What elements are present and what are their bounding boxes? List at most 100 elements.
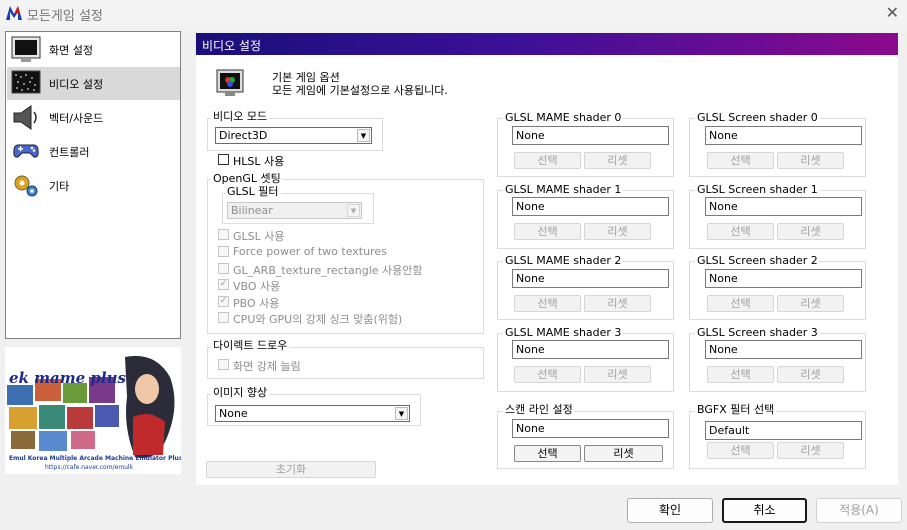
mame-logo-icon — [6, 6, 22, 20]
glsl-filter-select[interactable]: Bilinear ▼ — [227, 202, 362, 219]
shader-path-input[interactable]: None — [705, 126, 862, 145]
select-button[interactable]: 선택 — [707, 295, 774, 312]
checkbox-label: VBO 사용 — [233, 280, 281, 293]
reset-button[interactable]: 리셋 — [584, 295, 651, 312]
checkbox-box — [218, 312, 229, 323]
apply-button[interactable]: 적용(A) — [816, 498, 902, 523]
reset-button[interactable]: 리셋 — [584, 223, 651, 240]
ok-button[interactable]: 확인 — [627, 498, 713, 523]
video-mode-value: Direct3D — [219, 129, 268, 142]
sidebar-item-misc[interactable]: 기타 — [7, 169, 180, 202]
video-mode-select[interactable]: Direct3D ▼ — [215, 127, 372, 144]
title-bar: 모든게임 설정 ✕ — [0, 0, 907, 26]
checkbox-label: CPU와 GPU의 강제 싱크 맞춤(위험) — [233, 313, 403, 326]
directdraw-label: 다이렉트 드로우 — [211, 339, 290, 352]
sidebar-item-screen[interactable]: 화면 설정 — [7, 33, 180, 66]
select-button[interactable]: 선택 — [707, 152, 774, 169]
select-button[interactable]: 선택 — [514, 223, 581, 240]
bgfx-reset-button[interactable]: 리셋 — [777, 442, 844, 459]
shader-path-input[interactable]: None — [705, 340, 862, 359]
reset-button[interactable]: 리셋 — [584, 152, 651, 169]
image-enhance-value: None — [219, 407, 248, 420]
shader-label: GLSL Screen shader 2 — [695, 254, 820, 267]
shader-label: GLSL MAME shader 0 — [503, 111, 624, 124]
panel-title: 비디오 설정 — [202, 39, 262, 53]
checkbox-box — [218, 263, 229, 274]
ek-mame-plus-banner: ek mame plus Emul Korea Multiple Arcade … — [5, 347, 181, 474]
shader-path-input[interactable]: None — [512, 197, 669, 216]
shader-value: None — [709, 129, 738, 142]
shader-value: None — [709, 272, 738, 285]
shader-value: None — [516, 129, 545, 142]
scanline-reset-button[interactable]: 리셋 — [584, 445, 663, 462]
shader-value: None — [709, 200, 738, 213]
shader-label: GLSL MAME shader 3 — [503, 326, 624, 339]
select-button[interactable]: 선택 — [514, 295, 581, 312]
sidebar-item-controller[interactable]: 컨트롤러 — [7, 135, 180, 168]
shader-label: GLSL Screen shader 0 — [695, 111, 820, 124]
glsl-filter-label: GLSL 필터 — [225, 185, 281, 198]
opengl-settings-label: OpenGL 셋팅 — [211, 172, 283, 185]
video-settings-panel: 비디오 설정 기본 게임 옵션 모든 게임에 기본설정으로 사용됩니다. 비디오… — [196, 33, 898, 485]
reset-defaults-button[interactable]: 초기화 — [206, 461, 376, 478]
sidebar-item-video[interactable]: 비디오 설정 — [7, 67, 180, 100]
sidebar-item-label: 컨트롤러 — [49, 146, 90, 159]
shader-value: None — [516, 200, 545, 213]
video-screen-icon — [11, 70, 41, 94]
reset-button[interactable]: 리셋 — [777, 366, 844, 383]
select-button[interactable]: 선택 — [514, 152, 581, 169]
banner-logo-text: ek mame plus — [9, 369, 126, 387]
display-settings-icon — [216, 69, 244, 96]
cancel-button[interactable]: 취소 — [722, 498, 807, 523]
checkbox-label: GLSL 사용 — [233, 230, 285, 243]
checkmark-icon: ✓ — [218, 279, 229, 290]
monitor-icon — [11, 36, 41, 62]
scanline-select-button[interactable]: 선택 — [514, 445, 581, 462]
close-icon[interactable]: ✕ — [886, 3, 899, 22]
reset-button[interactable]: 리셋 — [777, 295, 844, 312]
shader-label: GLSL Screen shader 1 — [695, 183, 820, 196]
gamepad-icon — [13, 144, 39, 158]
checkbox-label: PBO 사용 — [233, 297, 280, 310]
select-button[interactable]: 선택 — [707, 223, 774, 240]
shader-value: None — [516, 343, 545, 356]
select-button[interactable]: 선택 — [514, 366, 581, 383]
settings-category-list: 화면 설정 비디오 설정 벡터/사운드 컨트롤러 기타 — [5, 31, 181, 339]
shader-path-input[interactable]: None — [512, 340, 669, 359]
reset-button[interactable]: 리셋 — [777, 223, 844, 240]
chevron-down-icon: ▼ — [347, 204, 360, 217]
banner-caption: Emul Korea Multiple Arcade Machine Emula… — [9, 455, 181, 462]
banner-url: https://cafe.naver.com/emulk — [45, 464, 134, 471]
sidebar-item-label: 비디오 설정 — [49, 78, 104, 91]
bgfx-filter-input[interactable]: Default — [705, 421, 862, 440]
reset-button[interactable]: 리셋 — [777, 152, 844, 169]
shader-path-input[interactable]: None — [512, 269, 669, 288]
shader-path-input[interactable]: None — [705, 269, 862, 288]
scanline-path-input[interactable]: None — [512, 419, 669, 438]
window-title: 모든게임 설정 — [27, 9, 103, 24]
image-enhance-label: 이미지 향상 — [211, 386, 270, 399]
shader-path-input[interactable]: None — [512, 126, 669, 145]
sidebar-item-label: 벡터/사운드 — [49, 112, 104, 125]
image-enhance-select[interactable]: None ▼ — [215, 405, 410, 422]
glsl-filter-value: Bilinear — [231, 204, 273, 217]
shader-label: GLSL MAME shader 2 — [503, 254, 624, 267]
checkmark-icon: ✓ — [218, 296, 229, 307]
panel-description-line2: 모든 게임에 기본설정으로 사용됩니다. — [272, 84, 448, 97]
select-button[interactable]: 선택 — [707, 366, 774, 383]
sidebar-item-label: 기타 — [49, 180, 70, 193]
chevron-down-icon: ▼ — [395, 407, 408, 420]
shader-label: GLSL Screen shader 3 — [695, 326, 820, 339]
checkbox-box — [218, 229, 229, 240]
gear-icon — [14, 175, 38, 197]
checkbox-label: GL_ARB_texture_rectangle 사용안함 — [233, 264, 423, 277]
bgfx-value: Default — [709, 424, 750, 437]
scanline-value: None — [516, 422, 545, 435]
shader-label: GLSL MAME shader 1 — [503, 183, 624, 196]
checkbox-label: 화면 강제 늘림 — [233, 360, 301, 373]
sidebar-item-vector-sound[interactable]: 벡터/사운드 — [7, 101, 180, 134]
checkbox-box — [218, 359, 229, 370]
reset-button[interactable]: 리셋 — [584, 366, 651, 383]
shader-path-input[interactable]: None — [705, 197, 862, 216]
bgfx-select-button[interactable]: 선택 — [707, 442, 774, 459]
